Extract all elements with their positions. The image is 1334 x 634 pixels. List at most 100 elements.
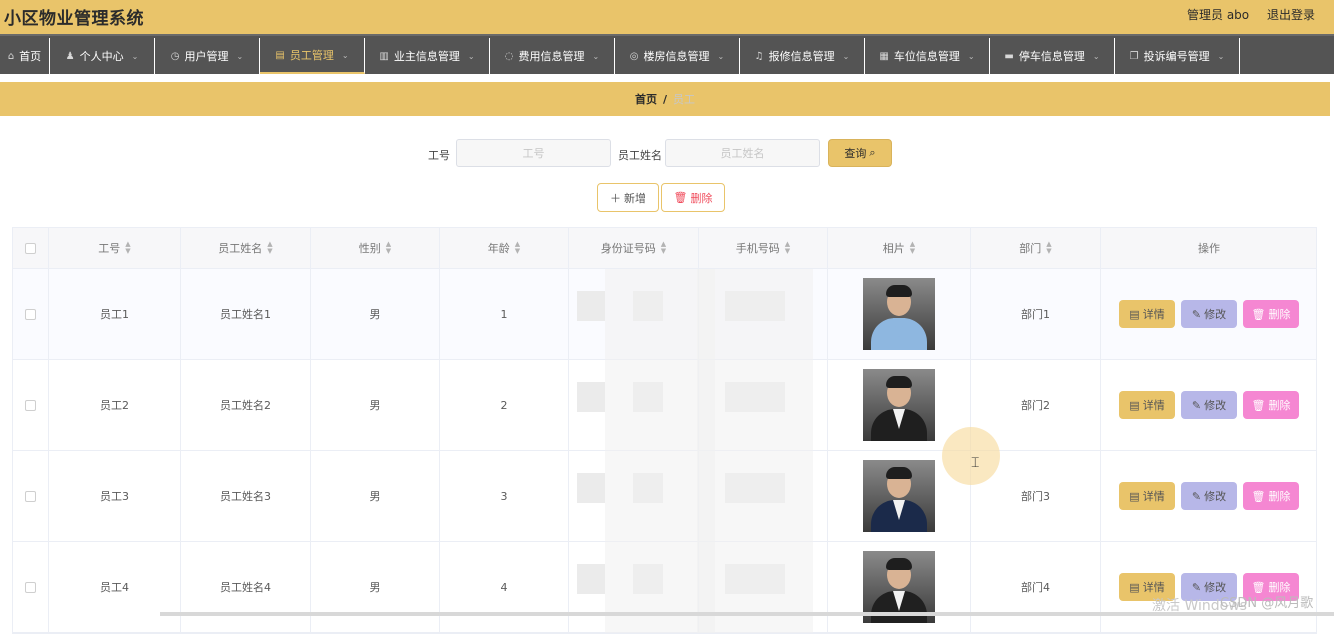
nav-item-label: 楼房信息管理 <box>643 50 710 63</box>
table-row: 员工4 员工姓名4 男 4 部门4 ▤ 详情 ✎ 修改 🗑 删除 <box>13 542 1316 633</box>
edit-button[interactable]: ✎ 修改 <box>1181 391 1237 419</box>
column-header-label: 身份证号码 <box>600 242 656 255</box>
column-header[interactable]: 性别 ▲ ▼ <box>311 228 440 268</box>
column-header[interactable]: 工号 ▲ ▼ <box>49 228 181 268</box>
detail-button-label: 详情 <box>1142 399 1165 412</box>
detail-button[interactable]: ▤ 详情 <box>1119 482 1175 510</box>
logout-link[interactable]: 退出登录 <box>1267 8 1315 22</box>
table-body: 员工1 员工姓名1 男 1 部门1 ▤ 详情 ✎ 修改 🗑 删除 员工2 员工姓名2 男 2 部门2 ▤ 详情 ✎ 修… <box>13 269 1316 633</box>
sort-icon[interactable]: ▲ ▼ <box>785 241 790 255</box>
id-number-cell-blurred <box>569 451 715 542</box>
employee-name: 员工姓名4 <box>220 581 271 594</box>
file-icon: ▤ <box>1129 398 1140 412</box>
column-header-label: 员工姓名 <box>218 242 263 255</box>
nav-item-3[interactable]: ▤ 员工管理 ⌄ <box>260 38 365 74</box>
employee-photo <box>863 369 935 441</box>
breadcrumb-current: 员工 <box>673 93 696 106</box>
delete-button[interactable]: 🗑 删除 <box>1243 300 1299 328</box>
chevron-down-icon: ⌄ <box>1217 51 1225 61</box>
department: 部门1 <box>1021 308 1050 321</box>
detail-button[interactable]: ▤ 详情 <box>1119 391 1175 419</box>
clock-icon: ◷ <box>170 50 180 62</box>
trash-icon: 🗑 <box>1251 489 1266 503</box>
row-checkbox[interactable] <box>25 581 36 593</box>
row-checkbox[interactable] <box>25 490 36 502</box>
nav-item-6[interactable]: ◎ 楼房信息管理 ⌄ <box>615 38 740 74</box>
column-header-label: 工号 <box>98 242 121 255</box>
nav-item-1[interactable]: ♟ 个人中心 ⌄ <box>50 38 155 74</box>
column-header-label: 操作 <box>1198 242 1220 255</box>
gender-cell: 男 <box>311 451 440 541</box>
table-row: 员工2 员工姓名2 男 2 部门2 ▤ 详情 ✎ 修改 🗑 删除 <box>13 360 1316 451</box>
add-button[interactable]: ＋ 新增 <box>597 183 659 212</box>
column-header: 操作 <box>1101 228 1317 268</box>
employee-id-cell: 员工2 <box>49 360 181 450</box>
batch-delete-button[interactable]: 🗑 删除 <box>661 183 725 212</box>
employee-name: 员工姓名2 <box>220 399 271 412</box>
row-checkbox-cell <box>13 360 49 450</box>
sort-icon[interactable]: ▲ ▼ <box>267 241 272 255</box>
sort-icon[interactable]: ▲ ▼ <box>661 241 666 255</box>
column-header[interactable]: 身份证号码 ▲ ▼ <box>569 228 699 268</box>
chevron-down-icon: ⌄ <box>592 51 600 61</box>
edit-button[interactable]: ✎ 修改 <box>1181 300 1237 328</box>
nav-item-5[interactable]: ◌ 费用信息管理 ⌄ <box>490 38 615 74</box>
chevron-down-icon: ⌄ <box>236 51 244 61</box>
nav-item-label: 用户管理 <box>184 50 229 63</box>
employee-id: 员工2 <box>100 399 129 412</box>
employee-name-cell: 员工姓名2 <box>181 360 311 450</box>
photo-cell <box>828 269 971 359</box>
department: 部门2 <box>1021 399 1050 412</box>
row-checkbox-cell <box>13 269 49 359</box>
detail-button[interactable]: ▤ 详情 <box>1119 300 1175 328</box>
nav-item-0[interactable]: ⌂ 首页 <box>0 38 50 74</box>
delete-button[interactable]: 🗑 删除 <box>1243 391 1299 419</box>
nav-item-9[interactable]: ▬ 停车信息管理 ⌄ <box>990 38 1115 74</box>
gender: 男 <box>369 581 381 594</box>
column-header[interactable]: 部门 ▲ ▼ <box>971 228 1101 268</box>
age-cell: 4 <box>440 542 569 632</box>
delete-button[interactable]: 🗑 删除 <box>1243 482 1299 510</box>
chevron-down-icon: ⌄ <box>341 50 349 60</box>
pixelation-block <box>697 269 813 360</box>
sort-icon[interactable]: ▲ ▼ <box>910 241 915 255</box>
select-all-cell <box>13 228 49 268</box>
column-header[interactable]: 手机号码 ▲ ▼ <box>699 228 828 268</box>
pixelation-block <box>577 564 605 594</box>
user-icon: ♟ <box>65 50 75 62</box>
sort-icon[interactable]: ▲ ▼ <box>125 241 130 255</box>
batch-delete-label: 删除 <box>690 191 713 205</box>
employee-id-input[interactable] <box>456 139 611 167</box>
sort-icon[interactable]: ▲ ▼ <box>515 241 520 255</box>
column-header[interactable]: 员工姓名 ▲ ▼ <box>181 228 311 268</box>
sort-icon[interactable]: ▲ ▼ <box>1046 241 1051 255</box>
sort-icon[interactable]: ▲ ▼ <box>386 241 391 255</box>
query-button[interactable]: 查询 ⌕ <box>828 139 892 167</box>
info-circle-icon: ◌ <box>504 50 514 62</box>
nav-item-8[interactable]: ▦ 车位信息管理 ⌄ <box>865 38 990 74</box>
nav-item-10[interactable]: ❐ 投诉编号管理 ⌄ <box>1115 38 1240 74</box>
scrollbar-track[interactable] <box>160 612 1334 616</box>
nav-item-7[interactable]: ♫ 报修信息管理 ⌄ <box>740 38 865 74</box>
age: 4 <box>500 580 508 594</box>
gender-cell: 男 <box>311 542 440 632</box>
main-nav: ⌂ 首页 ♟ 个人中心 ⌄ ◷ 用户管理 ⌄ ▤ 员工管理 ⌄ ▥ 业主信息管理 ⌄ ◌ 费用信息管理 ⌄ ◎ 楼房… <box>0 34 1334 74</box>
column-header[interactable]: 相片 ▲ ▼ <box>828 228 971 268</box>
row-checkbox[interactable] <box>25 308 36 320</box>
gender-cell: 男 <box>311 269 440 359</box>
row-checkbox[interactable] <box>25 399 36 411</box>
select-all-checkbox[interactable] <box>25 242 36 254</box>
nav-item-4[interactable]: ▥ 业主信息管理 ⌄ <box>365 38 490 74</box>
edit-button[interactable]: ✎ 修改 <box>1181 482 1237 510</box>
breadcrumb-home[interactable]: 首页 <box>635 91 657 107</box>
pencil-icon: ✎ <box>1191 580 1202 594</box>
column-header[interactable]: 年龄 ▲ ▼ <box>440 228 569 268</box>
nav-item-label: 投诉编号管理 <box>1143 50 1210 63</box>
trash-icon: 🗑 <box>673 191 688 204</box>
phone-number-cell-blurred <box>697 269 828 360</box>
employee-name-cell: 员工姓名3 <box>181 451 311 541</box>
nav-item-2[interactable]: ◷ 用户管理 ⌄ <box>155 38 260 74</box>
chevron-down-icon: ⌄ <box>967 51 975 61</box>
employee-name-input[interactable] <box>665 139 820 167</box>
row-checkbox-cell <box>13 451 49 541</box>
